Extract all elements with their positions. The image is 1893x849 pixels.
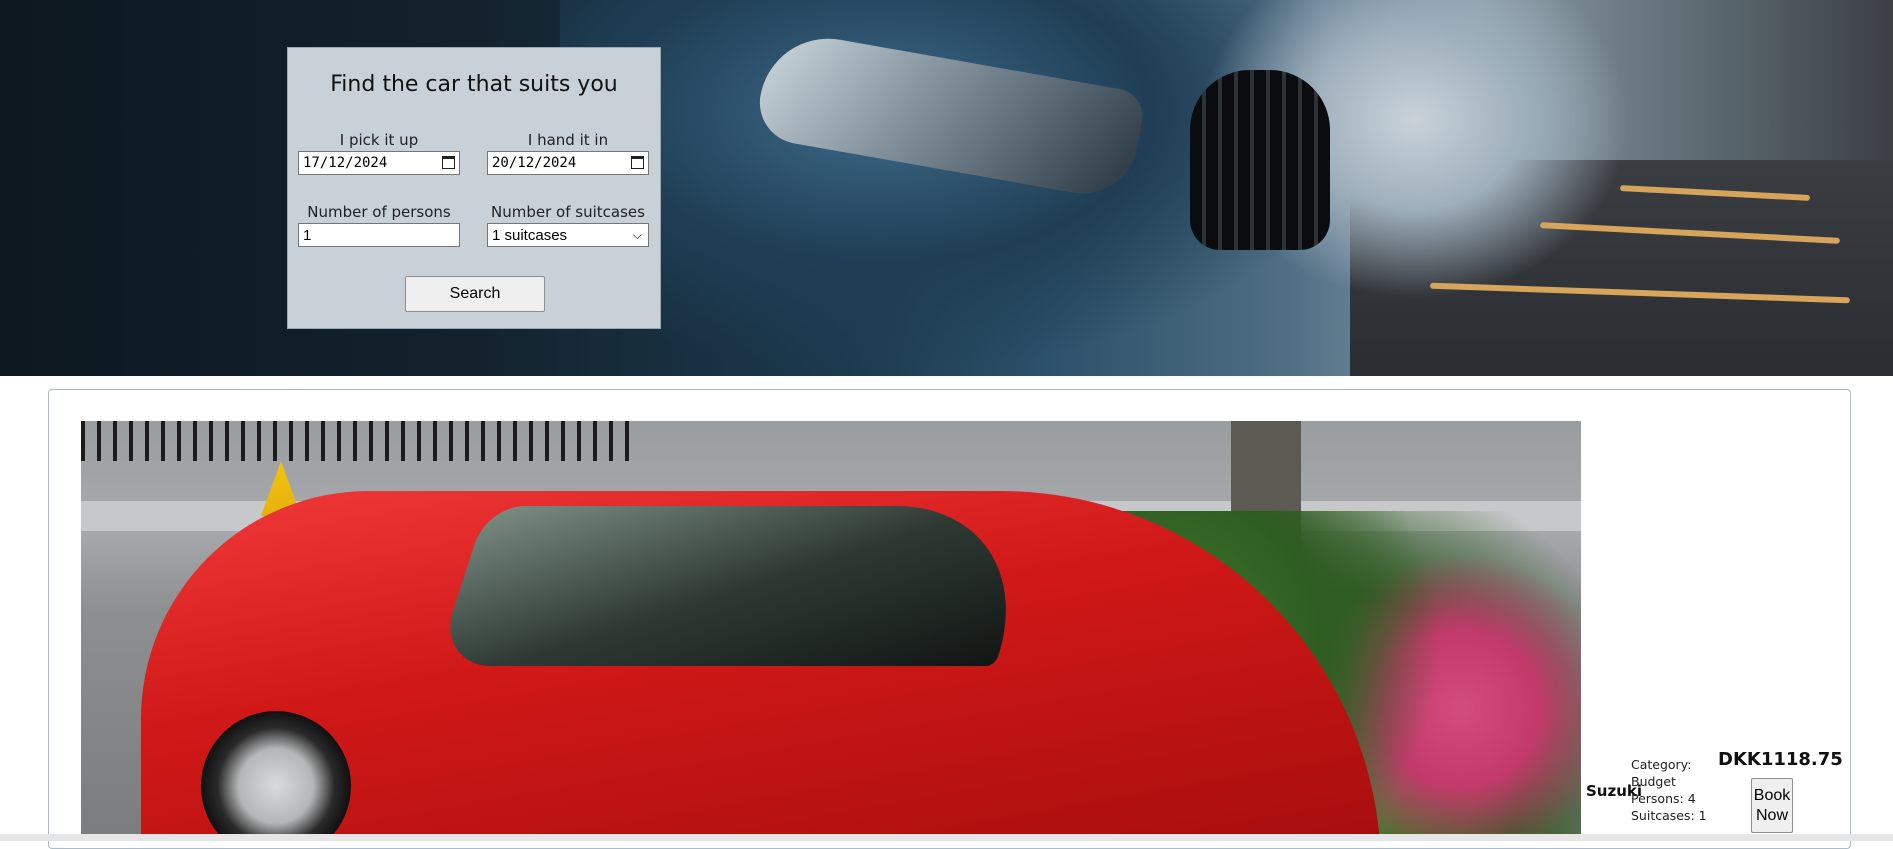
chevron-down-icon: ⌵: [632, 228, 642, 242]
book-now-button[interactable]: Book Now: [1751, 778, 1793, 833]
pickup-date-value: 17/12/2024: [303, 155, 388, 171]
suitcases-select[interactable]: 1 suitcases ⌵: [487, 223, 649, 247]
car-persons: Persons: 4: [1631, 791, 1696, 806]
search-button[interactable]: Search: [405, 276, 545, 312]
search-panel: Find the car that suits you I pick it up…: [287, 47, 661, 329]
suitcases-select-value: 1 suitcases: [492, 226, 568, 244]
return-date-input[interactable]: 20/12/2024: [487, 151, 649, 175]
persons-label: Number of persons: [307, 203, 451, 221]
car-price: DKK1118.75: [1718, 749, 1843, 770]
hero-banner: [0, 0, 1893, 376]
page-bottom-edge: [0, 834, 1893, 841]
search-title: Find the car that suits you: [330, 72, 618, 97]
pickup-label: I pick it up: [339, 131, 419, 149]
car-photo: [81, 421, 1581, 841]
persons-input[interactable]: 1: [298, 223, 460, 247]
pickup-date-input[interactable]: 17/12/2024: [298, 151, 460, 175]
calendar-icon[interactable]: [442, 156, 455, 169]
car-category-label: Category:: [1631, 757, 1692, 772]
persons-input-value: 1: [303, 226, 312, 244]
book-now-label-line1: Book: [1753, 786, 1791, 804]
photo-windshield: [435, 506, 1047, 666]
car-category-value: Budget: [1631, 774, 1676, 789]
book-now-label-line2: Now: [1755, 806, 1788, 824]
car-suitcases: Suitcases: 1: [1631, 808, 1707, 823]
photo-fence: [81, 421, 641, 461]
hero-grille: [1190, 70, 1330, 250]
suitcases-label: Number of suitcases: [491, 203, 645, 221]
return-date-value: 20/12/2024: [492, 155, 577, 171]
calendar-icon[interactable]: [631, 156, 644, 169]
return-label: I hand it in: [527, 131, 609, 149]
